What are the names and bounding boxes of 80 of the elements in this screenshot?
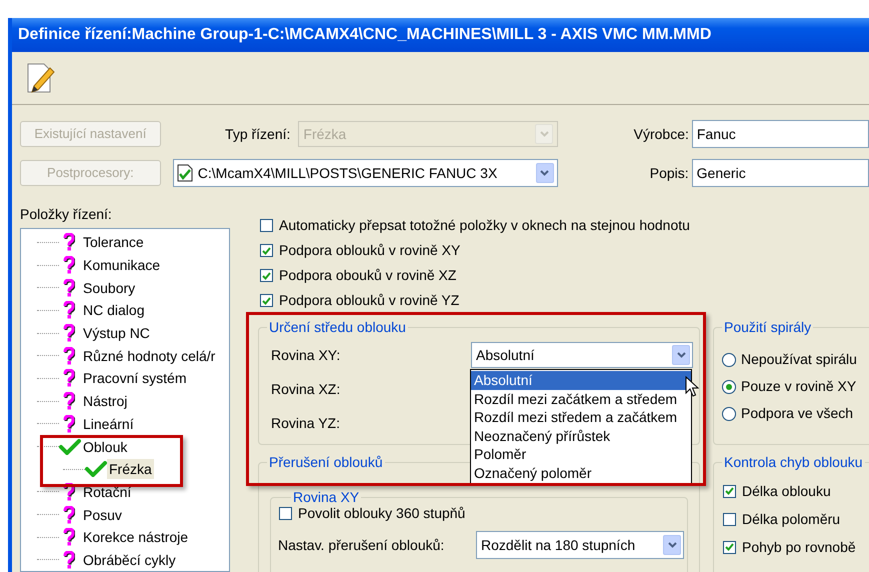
check-icon — [262, 272, 271, 280]
tree-item[interactable]: Obráběcí cykly — [81, 550, 178, 570]
tree-item[interactable]: Oblouk — [81, 436, 130, 457]
question-mark-icon — [63, 346, 75, 365]
tree-item[interactable]: Výstup NC — [81, 323, 152, 344]
checkbox[interactable] — [260, 219, 273, 232]
question-mark-icon — [63, 550, 75, 569]
radio-label: Nepoužívat spirálu — [741, 350, 857, 369]
dropdown-option[interactable]: Rozdíl mezi středem a začátkem — [471, 408, 691, 426]
checkbox-label: Délka poloměru — [742, 510, 840, 529]
radio-button[interactable] — [722, 352, 736, 366]
dropdown-option[interactable]: Rozdíl mezi začátkem a středem — [471, 390, 691, 408]
field-label: Popis: — [648, 164, 690, 183]
question-mark-icon — [63, 528, 75, 546]
post-path-select[interactable]: C:\McamX4\MILL\POSTS\GENERIC FANUC 3X — [172, 159, 558, 187]
check-icon — [59, 438, 81, 455]
check-icon — [725, 543, 734, 551]
tree-item[interactable]: Pracovní systém — [81, 368, 188, 388]
tree-item[interactable]: Soubory — [81, 278, 138, 298]
checkbox-label: Povolit oblouky 360 stupňů — [298, 504, 466, 523]
question-mark-icon — [63, 278, 75, 297]
question-mark-icon — [63, 414, 75, 433]
question-mark-icon — [63, 392, 75, 410]
tree-item[interactable]: Nástroj — [81, 391, 130, 412]
tree-label: Položky řízení: — [20, 206, 113, 222]
checkbox-label: Podpora oblouků v rovině XY — [279, 241, 460, 260]
question-mark-icon — [63, 369, 75, 388]
checkbox[interactable] — [723, 540, 736, 554]
field-label: Rovina XY: — [270, 346, 342, 364]
question-mark-icon — [63, 256, 75, 274]
checkbox-label: Pohyb po rovnobě — [742, 538, 856, 557]
dropdown-option[interactable]: Absolutní — [471, 371, 691, 390]
question-mark-icon — [63, 301, 75, 320]
radio-button[interactable] — [722, 406, 736, 420]
dropdown-option[interactable]: Neoznačený přírůstek — [471, 426, 691, 445]
checkbox[interactable] — [723, 512, 736, 526]
field-label: Nastav. přerušení oblouků: — [278, 536, 446, 555]
radio-button[interactable] — [722, 380, 736, 394]
description-field[interactable]: Generic — [692, 159, 869, 187]
checkbox[interactable] — [260, 269, 273, 282]
checkbox[interactable] — [260, 294, 273, 307]
check-icon — [85, 461, 107, 478]
field-label: Rovina YZ: — [270, 414, 341, 432]
checkbox-label: Podpora oblouků v rovině YZ — [279, 291, 460, 310]
tree-item[interactable]: Frézka — [107, 459, 154, 480]
checkbox[interactable] — [279, 506, 292, 520]
radio-label: Pouze v rovině XY — [741, 377, 856, 396]
file-check-icon — [176, 164, 193, 182]
break-setting-select[interactable]: Rozdělit na 180 stupních — [476, 531, 684, 559]
checkbox[interactable] — [260, 244, 273, 257]
field-label: Rovina XZ: — [270, 380, 342, 398]
checkbox-label: Délka oblouku — [742, 482, 831, 500]
dropdown-option[interactable]: Označený poloměr — [471, 464, 691, 482]
question-mark-icon — [63, 506, 75, 524]
manufacturer-field[interactable]: Fanuc — [692, 120, 869, 148]
tree-item[interactable]: Korekce nástroje — [81, 527, 190, 548]
tree-item[interactable]: Komunikace — [81, 255, 162, 276]
tree-item[interactable]: Rotační — [81, 482, 134, 502]
radio-label: Podpora ve všech — [741, 404, 854, 423]
checkbox[interactable] — [723, 484, 736, 498]
tree-item[interactable]: Tolerance — [81, 232, 146, 252]
field-label: Výrobce: — [632, 124, 690, 144]
tree-item[interactable]: Posuv — [81, 504, 124, 525]
check-icon — [725, 487, 734, 495]
plane-select[interactable]: Absolutní — [471, 342, 693, 368]
dropdown-option[interactable]: Poloměr — [471, 445, 691, 464]
window-title: Definice řízení:Machine Group-1-C:\MCAMX4\CNC_MACHINES\MILL 3 - AXIS VMC MM.MMD — [18, 25, 712, 45]
check-icon — [262, 296, 271, 304]
tree-item[interactable]: Různé hodnoty celá/r — [81, 346, 218, 366]
post-path: C:\McamX4\MILL\POSTS\GENERIC FANUC 3X — [198, 164, 498, 182]
tree-item[interactable]: NC dialog — [81, 300, 146, 320]
field-label: Typ řízení: — [224, 124, 292, 144]
question-mark-icon — [63, 482, 75, 501]
checkbox-label: Automaticky přepsat totožné položky v oknech na stejnou hodnotu — [279, 216, 690, 235]
edit-document-icon[interactable] — [26, 62, 56, 94]
check-icon — [262, 246, 271, 254]
tree-item[interactable]: Lineární — [81, 414, 136, 434]
question-mark-icon — [63, 324, 75, 342]
question-mark-icon — [63, 233, 75, 252]
checkbox-label: Podpora obouků v rovině XZ — [279, 266, 456, 285]
